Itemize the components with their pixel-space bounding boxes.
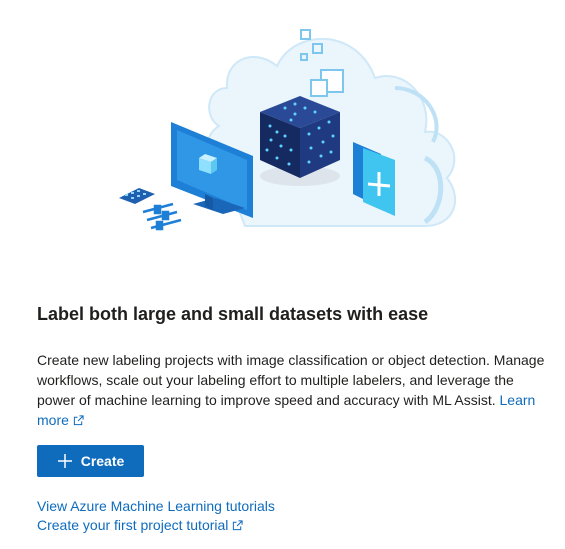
description: Create new labeling projects with image …: [37, 350, 547, 430]
keypad-icon: [119, 188, 155, 204]
data-labeling-illustration: [119, 29, 456, 231]
external-link-icon: [73, 415, 84, 426]
create-button[interactable]: Create: [37, 445, 144, 477]
view-tutorials-link[interactable]: View Azure Machine Learning tutorials: [37, 497, 275, 515]
labeling-empty-state: Label both large and small datasets with…: [0, 0, 565, 549]
sliders-icon: [142, 202, 182, 231]
page-title: Label both large and small datasets with…: [37, 304, 429, 324]
external-link-icon: [233, 520, 243, 531]
create-button-label: Create: [80, 453, 125, 469]
description-text: Create new labeling projects with image …: [37, 352, 545, 408]
plus-icon: [57, 454, 72, 468]
first-project-tutorial-link[interactable]: Create your first project tutorial: [37, 516, 243, 534]
first-project-tutorial-label: Create your first project tutorial: [37, 517, 229, 533]
